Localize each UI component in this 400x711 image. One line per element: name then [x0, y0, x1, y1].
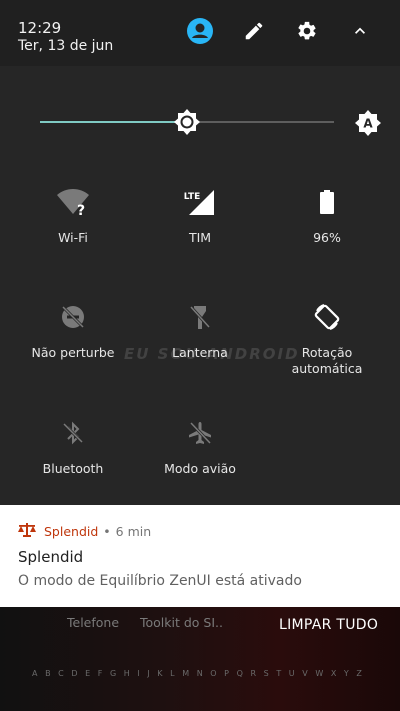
lte-badge: LTE: [184, 192, 201, 202]
clock: 12:29: [18, 19, 62, 37]
settings-icon[interactable]: [293, 17, 321, 45]
alphabet-letter: V: [302, 669, 308, 678]
tile-label: Wi-Fi: [58, 230, 88, 245]
tile-label: TIM: [188, 230, 212, 245]
brightness-thumb-icon[interactable]: [172, 107, 202, 137]
alphabet-index: ABCDEFGHIJKLMNOPQRSTUVWXYZ: [32, 669, 362, 678]
auto-brightness-label: A: [363, 117, 373, 131]
alphabet-letter: M: [182, 669, 190, 678]
splendid-app-icon: [18, 523, 36, 540]
tile-bluetooth[interactable]: Bluetooth: [13, 413, 133, 477]
alphabet-letter: X: [330, 669, 337, 678]
notification-separator: •: [103, 524, 111, 539]
airplane-off-icon: [180, 413, 220, 453]
alphabet-letter: Z: [356, 669, 362, 678]
collapse-icon[interactable]: [346, 17, 374, 45]
notification-header: Splendid • 6 min: [18, 523, 151, 540]
alphabet-letter: D: [71, 669, 78, 678]
alphabet-letter: U: [288, 669, 295, 678]
alphabet-letter: J: [147, 669, 150, 678]
tile-wifi[interactable]: ? Wi-Fi: [13, 182, 133, 246]
alphabet-letter: E: [85, 669, 91, 678]
notification-title: Splendid: [18, 548, 84, 566]
tile-mobile-data[interactable]: LTE TIM: [140, 182, 260, 246]
alphabet-letter: B: [45, 669, 51, 678]
alphabet-letter: A: [32, 669, 38, 678]
tile-do-not-disturb[interactable]: Não perturbe: [13, 297, 133, 361]
notification-text: O modo de Equilíbrio ZenUI está ativado: [18, 573, 302, 589]
alphabet-letter: N: [196, 669, 203, 678]
lte-signal-icon: LTE: [180, 182, 220, 222]
alphabet-letter: Y: [343, 669, 349, 678]
battery-icon: [307, 182, 347, 222]
flashlight-icon: [180, 297, 220, 337]
notification-time: 6 min: [115, 524, 152, 539]
alphabet-letter: G: [109, 669, 117, 678]
tile-label: 96%: [313, 230, 341, 245]
tile-airplane-mode[interactable]: Modo avião: [140, 413, 260, 477]
alphabet-letter: R: [250, 669, 257, 678]
notification-card[interactable]: Splendid • 6 min Splendid O modo de Equi…: [0, 505, 400, 607]
brightness-slider[interactable]: [0, 100, 400, 144]
tile-label: Bluetooth: [42, 461, 104, 476]
alphabet-letter: L: [170, 669, 175, 678]
tile-auto-rotate[interactable]: Rotação automática: [267, 297, 387, 377]
do-not-disturb-icon: [53, 297, 93, 337]
slider-fill: [40, 121, 187, 123]
wifi-unknown-icon: ?: [53, 182, 93, 222]
account-icon[interactable]: [186, 17, 214, 45]
clear-all-button[interactable]: LIMPAR TUDO: [279, 617, 378, 633]
tile-battery[interactable]: 96%: [267, 182, 387, 246]
alphabet-letter: W: [315, 669, 324, 678]
alphabet-letter: F: [97, 669, 103, 678]
alphabet-letter: H: [123, 669, 130, 678]
alphabet-letter: Q: [236, 669, 243, 678]
background-area: Telefone Toolkit do SI.. LIMPAR TUDO ABC…: [0, 607, 400, 711]
alphabet-letter: I: [137, 669, 140, 678]
auto-brightness-icon[interactable]: A: [352, 107, 384, 139]
background-app-label: Telefone: [67, 615, 120, 630]
watermark: EU SOU ANDROID: [124, 345, 300, 363]
bluetooth-off-icon: [53, 413, 93, 453]
alphabet-letter: O: [210, 669, 217, 678]
tile-label: Modo avião: [164, 461, 236, 476]
edit-icon[interactable]: [240, 17, 268, 45]
notification-app-name: Splendid: [44, 524, 99, 539]
alphabet-letter: K: [157, 669, 163, 678]
alphabet-letter: C: [58, 669, 64, 678]
tile-label: Não perturbe: [31, 345, 115, 360]
date: Ter, 13 de jun: [18, 38, 114, 54]
alphabet-letter: P: [224, 669, 229, 678]
alphabet-letter: S: [263, 669, 269, 678]
alphabet-letter: T: [276, 669, 282, 678]
quick-settings-header: 12:29 Ter, 13 de jun: [0, 0, 400, 66]
auto-rotate-icon: [307, 297, 347, 337]
background-app-label: Toolkit do SI..: [140, 615, 223, 630]
svg-text:?: ?: [77, 203, 85, 217]
